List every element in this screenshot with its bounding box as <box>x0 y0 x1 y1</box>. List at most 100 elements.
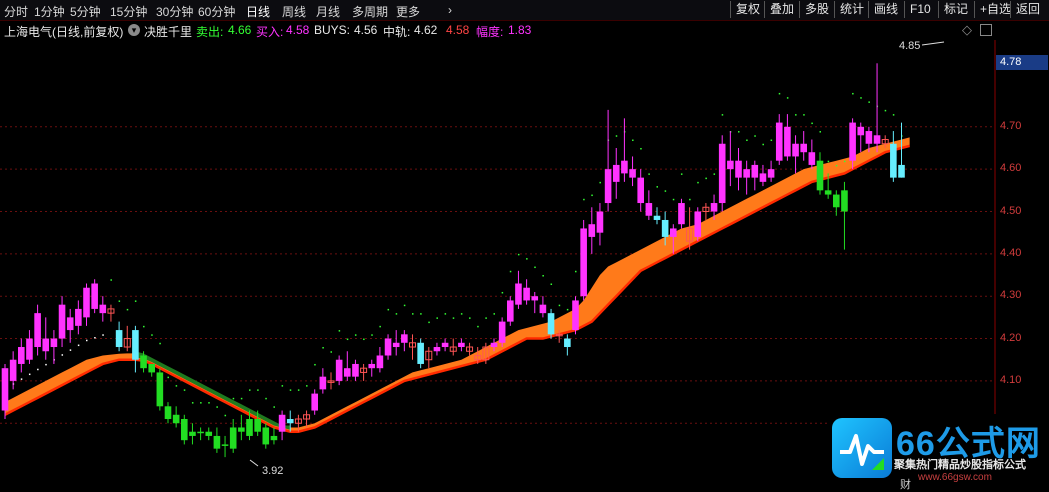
sell-dot <box>542 275 544 277</box>
sell-dot <box>273 406 275 408</box>
sell-dot <box>306 385 308 387</box>
candle-body <box>531 296 539 301</box>
buy-dot <box>37 368 39 371</box>
sell-dot <box>159 342 161 345</box>
tab-more[interactable]: 更多 <box>396 3 420 20</box>
sell-dot <box>575 270 577 273</box>
mid-band-label: 中轨: <box>383 25 411 39</box>
sell-dot <box>827 160 830 163</box>
candle-body <box>229 427 237 449</box>
diamond-icon[interactable]: ◇ <box>962 22 972 38</box>
amplitude-label: 幅度: <box>476 25 504 39</box>
candle-body <box>751 164 759 178</box>
candle-body <box>710 203 718 212</box>
overlay-button[interactable]: 叠加 <box>764 1 799 18</box>
candle-body <box>523 287 530 301</box>
price-tick: 4.10 <box>1000 373 1022 386</box>
candle-body <box>857 126 865 136</box>
sell-dot <box>615 135 618 137</box>
candle-body <box>132 330 139 360</box>
sell-dot <box>257 389 259 391</box>
candle-body <box>612 164 620 182</box>
tab-daily[interactable]: 日线 <box>246 3 270 20</box>
candle-body <box>849 122 856 161</box>
low-arrow <box>249 459 259 467</box>
candle-body <box>376 355 384 369</box>
price-tick: 4.20 <box>1000 331 1022 344</box>
sell-dot <box>371 334 373 336</box>
candle-body <box>18 347 25 364</box>
buy-dot <box>61 354 64 356</box>
sell-dot <box>860 97 862 99</box>
buy-label: 买入: <box>256 25 284 39</box>
sell-dot <box>599 181 601 184</box>
indicator-name[interactable]: 决胜千里 <box>144 23 192 40</box>
candle-body <box>547 313 555 335</box>
sell-dot <box>680 173 683 175</box>
mark-button[interactable]: 标记 <box>938 1 973 18</box>
candle-body <box>841 190 848 212</box>
tab-30min[interactable]: 30分钟 <box>156 3 193 20</box>
candle-body <box>539 304 547 314</box>
price-tick: 4.50 <box>1000 204 1022 217</box>
sell-dot <box>444 313 447 315</box>
tab-fenshi[interactable]: 分时 <box>4 3 28 20</box>
sell-dot <box>738 131 740 133</box>
stats-button[interactable]: 统计 <box>834 1 869 18</box>
candle-body <box>898 164 905 178</box>
window-toggle-icon[interactable] <box>980 24 992 36</box>
candle-body <box>670 228 677 237</box>
tab-weekly[interactable]: 周线 <box>282 3 306 20</box>
tab-15min[interactable]: 15分钟 <box>110 3 147 20</box>
stock-name[interactable]: 上海电气 <box>4 23 52 40</box>
candle-body <box>66 317 74 331</box>
back-button[interactable]: 返回 <box>1010 1 1045 18</box>
candle-body <box>637 177 644 204</box>
tab-monthly[interactable]: 月线 <box>316 3 340 20</box>
sell-dot <box>134 300 137 302</box>
candle-body <box>319 376 327 390</box>
candle-body <box>368 363 376 369</box>
tab-1min[interactable]: 1分钟 <box>34 3 65 20</box>
f10-button[interactable]: F10 <box>904 1 936 18</box>
candle-body <box>873 135 881 144</box>
multi-stock-button[interactable]: 多股 <box>799 1 834 18</box>
candle-body <box>262 427 270 445</box>
tab-multi-period[interactable]: 多周期 <box>352 3 388 20</box>
sell-dot <box>811 122 813 125</box>
draw-line-button[interactable]: 画线 <box>868 1 903 18</box>
sell-dot <box>428 321 430 324</box>
buy-dot <box>77 344 80 347</box>
sell-dot <box>672 198 675 201</box>
sell-dot <box>118 300 121 302</box>
sell-dot <box>770 139 773 142</box>
candle-body <box>75 308 82 326</box>
sell-dot <box>126 308 129 311</box>
candle-body <box>767 169 775 178</box>
candle-body <box>221 444 229 446</box>
tab-5min[interactable]: 5分钟 <box>70 3 101 20</box>
fuquan-button[interactable]: 复权 <box>730 1 765 18</box>
high-price-label: 4.85 <box>899 40 921 52</box>
tab-60min[interactable]: 60分钟 <box>198 3 235 20</box>
sell-dot <box>566 308 569 311</box>
watermark-logo: 66公式网 聚集热门精品炒股指标公式 www.66gsw.com <box>828 414 1049 491</box>
price-tick: 4.40 <box>1000 246 1022 259</box>
candle-body <box>596 211 604 233</box>
sell-dot <box>191 402 194 404</box>
indicator-dropdown-icon[interactable]: ▾ <box>128 24 140 36</box>
sell-dot <box>452 317 455 319</box>
buy-value: 4.58 <box>286 23 310 37</box>
buy-dot <box>102 334 104 336</box>
sell-dot <box>884 109 887 112</box>
sell-dot <box>697 181 699 184</box>
candle-body <box>743 169 750 178</box>
candle-body <box>588 224 596 237</box>
candle-body <box>42 338 50 352</box>
period-toolbar: 分时 1分钟 5分钟 15分钟 30分钟 60分钟 日线 周线 月线 多周期 更多 › 复权 叠加 多股 统计… <box>0 0 1049 21</box>
sell-dot <box>852 92 854 95</box>
candle-body <box>498 321 506 343</box>
candle-body <box>441 342 449 348</box>
more-arrow-icon[interactable]: › <box>448 3 452 17</box>
sell-dot <box>224 414 227 417</box>
